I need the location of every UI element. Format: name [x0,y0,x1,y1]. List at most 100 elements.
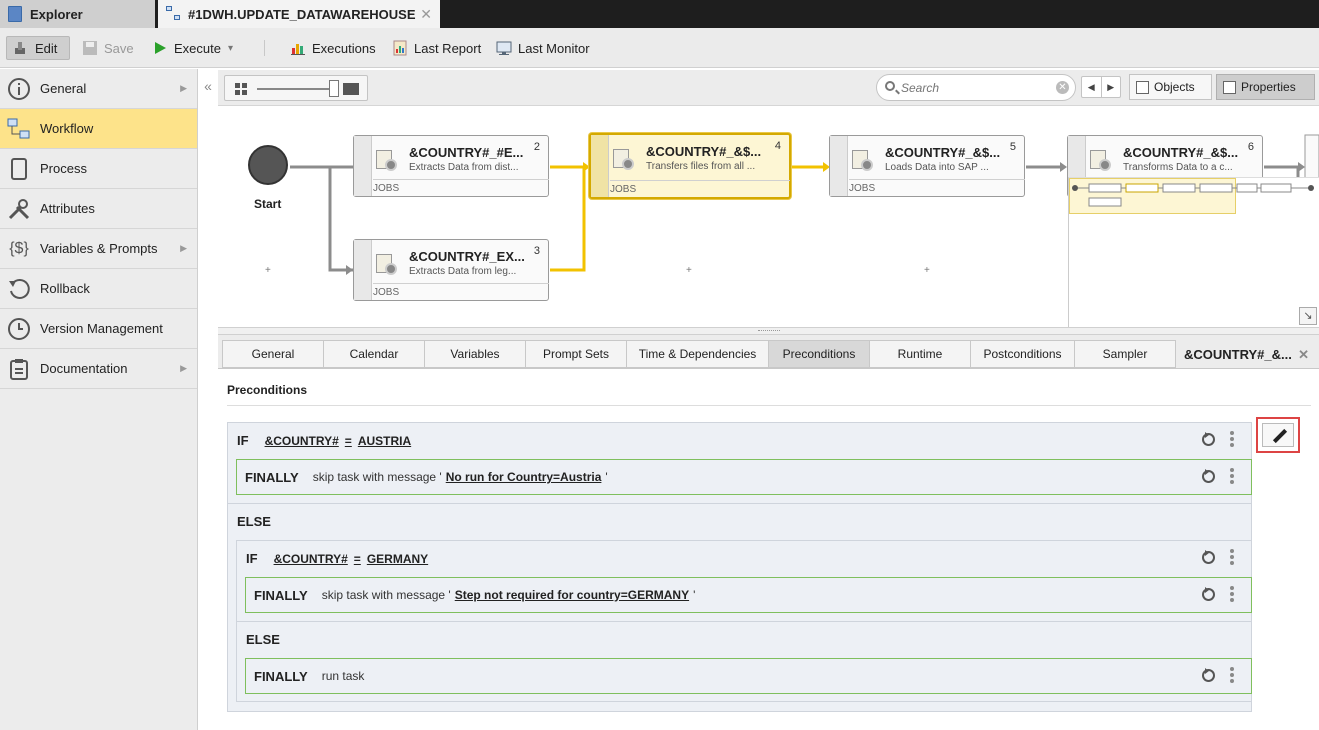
condition-value[interactable]: GERMANY [367,552,428,566]
resize-handle-icon[interactable]: ↘ [1299,307,1317,325]
workflow-node[interactable]: &COUNTRY#_#E... Extracts Data from dist.… [353,135,549,197]
node-number: 2 [533,141,540,153]
collapse-sidebar-icon[interactable]: « [200,78,216,98]
tab-explorer[interactable]: Explorer [0,0,155,28]
tab-time-dependencies[interactable]: Time & Dependencies [626,340,769,368]
job-icon [374,148,398,172]
condition-value[interactable]: AUSTRIA [358,434,411,448]
top-tab-bar: Explorer #1DWH.UPDATE_DATAWAREHOUSE ✕ [0,0,1319,28]
condition-operator[interactable]: = [345,434,352,448]
workflow-icon [166,6,182,22]
if-block-germany: IF &COUNTRY# = GERMANY FINALLY skip task… [236,540,1252,702]
refresh-icon[interactable] [1202,469,1215,483]
action-message[interactable]: No run for Country=Austria [446,470,602,484]
fit-view-icon[interactable] [343,83,359,95]
sidebar: General ▶ Workflow Process Attributes {$… [0,69,198,730]
zoom-slider-track[interactable] [257,88,337,90]
grid-icon[interactable] [235,83,247,95]
refresh-icon[interactable] [1202,668,1215,682]
action-text[interactable]: run task [322,669,365,683]
refresh-icon[interactable] [1202,587,1215,601]
monitor-icon [496,40,512,56]
save-icon [82,40,98,56]
sidebar-item-variables[interactable]: {$} Variables & Prompts ▶ [0,229,197,269]
sidebar-item-process[interactable]: Process [0,149,197,189]
close-object-tab-icon[interactable]: ✕ [1298,347,1309,363]
node-number: 4 [774,140,781,152]
tab-runtime[interactable]: Runtime [869,340,971,368]
if-keyword: IF [246,551,258,566]
execute-dropdown[interactable]: ▾ [222,36,239,60]
add-node-icon[interactable]: + [265,265,271,276]
edit-icon [13,40,29,56]
edit-preconditions-button[interactable] [1256,417,1300,453]
objects-button[interactable]: Objects [1129,74,1212,100]
minimap[interactable]: ↘ [1068,177,1319,327]
object-tab[interactable]: &COUNTRY#_&... ✕ [1176,340,1319,368]
sidebar-item-rollback[interactable]: Rollback [0,269,197,309]
execute-button[interactable]: Execute [146,36,227,60]
tab-variables[interactable]: Variables [424,340,526,368]
add-node-icon[interactable]: + [686,265,692,276]
action-message[interactable]: Step not required for country=GERMANY [455,588,689,602]
sidebar-item-attributes[interactable]: Attributes [0,189,197,229]
last-monitor-button[interactable]: Last Monitor [490,36,596,60]
more-options-icon[interactable] [1230,667,1234,683]
save-label: Save [104,40,134,56]
canvas-toolbar: ✕ ◀ ▶ Objects Properties [218,70,1319,106]
executions-button[interactable]: Executions [284,36,382,60]
save-button[interactable]: Save [76,36,140,60]
sidebar-item-label: Attributes [40,201,95,216]
add-node-icon[interactable]: + [924,265,930,276]
workflow-node[interactable]: &COUNTRY#_EX... Extracts Data from leg..… [353,239,549,301]
tab-workflow-label: #1DWH.UPDATE_DATAWAREHOUSE [188,6,416,22]
more-options-icon[interactable] [1230,549,1234,565]
sidebar-item-general[interactable]: General ▶ [0,69,197,109]
tab-workflow[interactable]: #1DWH.UPDATE_DATAWAREHOUSE ✕ [158,0,440,28]
clear-search-icon[interactable]: ✕ [1056,81,1069,94]
properties-button[interactable]: Properties [1216,74,1315,100]
node-number: 6 [1247,141,1254,153]
sidebar-item-documentation[interactable]: Documentation ▶ [0,349,197,389]
condition-variable[interactable]: &COUNTRY# [274,552,348,566]
edit-button[interactable]: Edit [6,36,70,60]
search-input[interactable] [901,79,1051,97]
last-monitor-label: Last Monitor [518,40,590,56]
close-tab-icon[interactable]: ✕ [420,6,432,23]
more-options-icon[interactable] [1230,468,1234,484]
workflow-node[interactable]: &COUNTRY#_&$... Loads Data into SAP ... … [829,135,1025,197]
tab-preconditions[interactable]: Preconditions [768,340,870,368]
more-options-icon[interactable] [1230,586,1234,602]
sidebar-item-version-management[interactable]: Version Management [0,309,197,349]
objects-label: Objects [1154,80,1195,94]
refresh-icon[interactable] [1202,432,1215,446]
node-title: &COUNTRY#_&$... [646,144,762,159]
workflow-node-selected[interactable]: &COUNTRY#_&$... Transfers files from all… [589,133,791,199]
more-options-icon[interactable] [1230,431,1234,447]
objects-icon [1136,80,1149,94]
last-report-button[interactable]: Last Report [386,36,487,60]
finally-row-run: FINALLY run task [245,658,1252,694]
tab-postconditions[interactable]: Postconditions [970,340,1075,368]
tab-sampler[interactable]: Sampler [1074,340,1176,368]
zoom-slider-handle[interactable] [329,80,339,97]
condition-variable[interactable]: &COUNTRY# [265,434,339,448]
node-title: &COUNTRY#_EX... [409,249,525,264]
sidebar-item-workflow[interactable]: Workflow [0,109,197,149]
refresh-icon[interactable] [1202,550,1215,564]
start-node[interactable] [248,145,288,185]
workflow-canvas[interactable]: Start &COUNTRY#_#E... Extracts Data from… [218,107,1319,327]
sidebar-item-label: General [40,81,87,96]
tab-prompt-sets[interactable]: Prompt Sets [525,340,627,368]
node-description: Transforms Data to a c... [1123,162,1233,173]
condition-operator[interactable]: = [354,552,361,566]
panel-splitter[interactable] [218,327,1319,335]
tab-general[interactable]: General [222,340,324,368]
action-text: skip task with message ' [321,588,451,602]
tab-calendar[interactable]: Calendar [323,340,425,368]
clipboard-icon [6,356,32,382]
minimap-preview [1072,183,1314,207]
next-icon[interactable]: ▶ [1102,77,1121,97]
node-title: &COUNTRY#_&$... [1123,145,1239,160]
prev-icon[interactable]: ◀ [1082,77,1102,97]
